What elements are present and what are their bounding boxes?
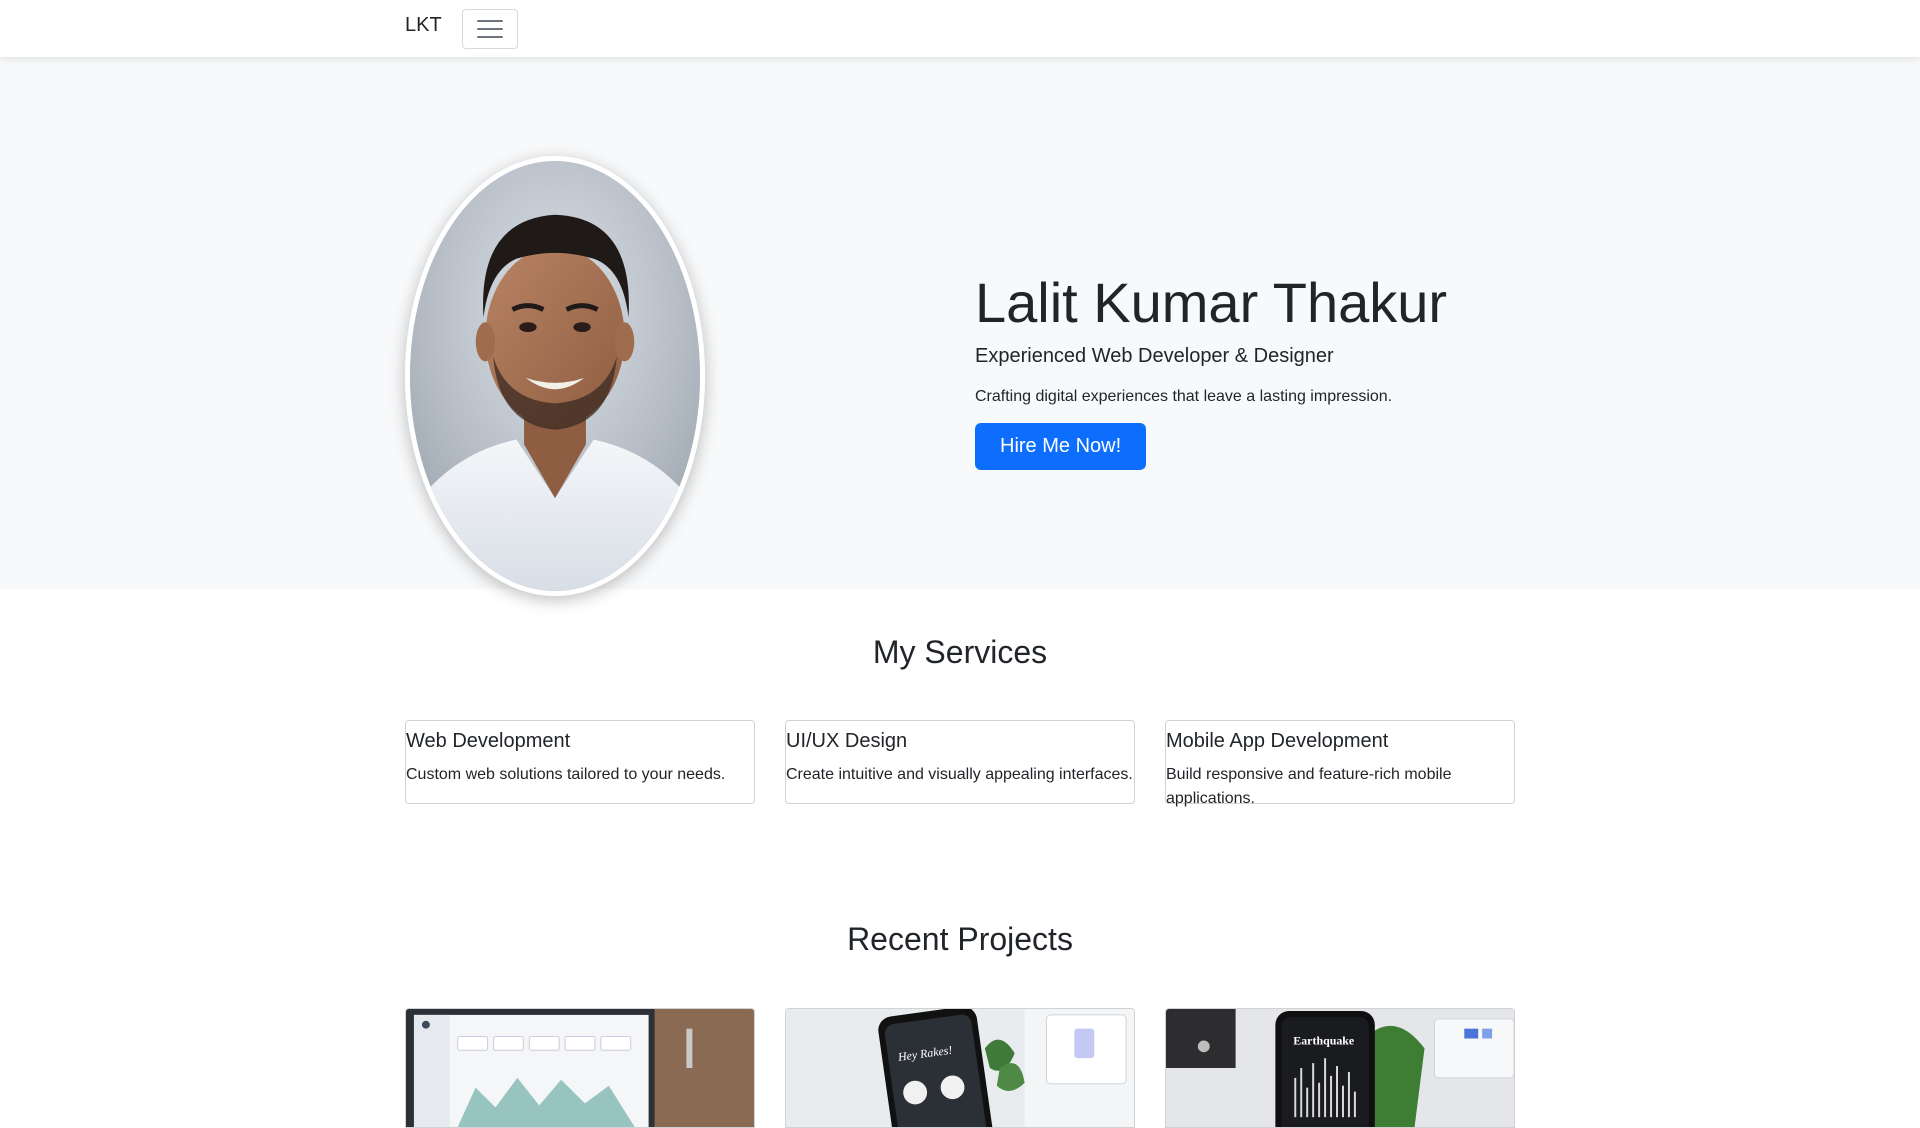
earthquake-app-phone-image: Earthquake: [1166, 1009, 1514, 1127]
dashboard-laptop-image: [406, 1009, 754, 1127]
project-card-earthquake-app[interactable]: Earthquake: [1165, 1008, 1515, 1128]
hamburger-menu-icon: [477, 20, 503, 38]
services-heading: My Services: [872, 634, 1048, 670]
service-card-text: Custom web solutions tailored to your ne…: [406, 766, 726, 783]
service-card-text: Build responsive and feature-rich mobile…: [1166, 766, 1452, 807]
project-card-dashboard[interactable]: [405, 1008, 755, 1128]
projects-heading: Recent Projects: [847, 921, 1073, 957]
earthquake-app-title: Earthquake: [1293, 1033, 1354, 1047]
service-card-title: Mobile App Development: [1166, 730, 1389, 752]
hero-section: Lalit Kumar Thakur Experienced Web Devel…: [0, 57, 1920, 596]
service-card-web-development: Web Development Custom web solutions tai…: [405, 720, 755, 804]
service-card-title: UI/UX Design: [786, 730, 908, 752]
service-card-text: Create intuitive and visually appealing …: [786, 766, 1133, 783]
banking-app-phone-image: Hey Rakes!: [786, 1009, 1134, 1127]
navbar-toggle-button[interactable]: [462, 9, 518, 49]
service-card-mobile-app-development: Mobile App Development Build responsive …: [1165, 720, 1515, 807]
hero-name-heading: Lalit Kumar Thakur: [975, 271, 1448, 334]
hero-text-block: Lalit Kumar Thakur Experienced Web Devel…: [975, 267, 1447, 470]
service-card-title: Web Development: [406, 730, 571, 752]
navbar: LKT: [0, 0, 1920, 57]
service-card-ui-ux-design: UI/UX Design Create intuitive and visual…: [785, 720, 1135, 804]
project-card-banking-app[interactable]: Hey Rakes!: [785, 1008, 1135, 1128]
brand-logo[interactable]: LKT: [405, 14, 442, 37]
hero-tagline: Crafting digital experiences that leave …: [975, 388, 1393, 405]
profile-portrait-image: [405, 156, 705, 596]
hero-role-subtitle: Experienced Web Developer & Designer: [975, 345, 1334, 367]
hire-me-button[interactable]: Hire Me Now!: [975, 423, 1147, 470]
